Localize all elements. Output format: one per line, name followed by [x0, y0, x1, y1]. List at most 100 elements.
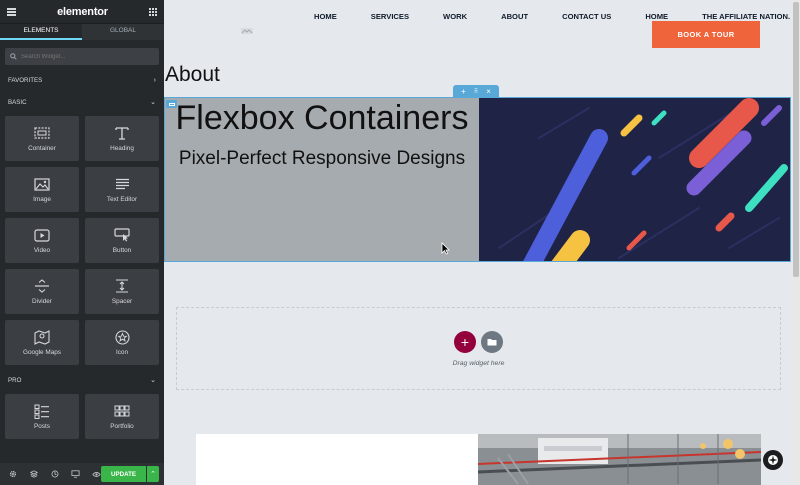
- nav-home[interactable]: HOME: [314, 12, 337, 21]
- basic-widgets-grid: Container Heading Image Text Editor Vide…: [0, 116, 164, 365]
- widget-label: Icon: [115, 349, 129, 356]
- add-section-button[interactable]: +: [454, 330, 476, 353]
- elementor-logo: elementor: [57, 5, 108, 18]
- container-icon: [33, 125, 51, 141]
- update-button[interactable]: UPDATE: [101, 466, 146, 482]
- panel-header: elementor: [0, 0, 164, 24]
- responsive-mode-icon[interactable]: [68, 467, 83, 482]
- lower-section-image[interactable]: [478, 434, 761, 485]
- canvas-scrollbar[interactable]: [792, 0, 800, 485]
- pro-widgets-grid: Posts Portfolio: [0, 394, 164, 439]
- widget-label: Posts: [34, 423, 50, 430]
- preview-canvas: HOME SERVICES WORK ABOUT CONTACT US HOME…: [164, 0, 800, 485]
- video-icon: [33, 227, 51, 243]
- column-handle-icon[interactable]: [166, 100, 177, 108]
- container-handle[interactable]: + ⠿ ×: [453, 85, 499, 97]
- widget-image[interactable]: Image: [5, 167, 79, 212]
- folder-icon: [487, 338, 497, 345]
- nav-contact-us[interactable]: CONTACT US: [562, 12, 611, 21]
- drag-handle-icon[interactable]: ⠿: [474, 88, 478, 95]
- widget-label: Heading: [110, 145, 134, 152]
- widget-label: Spacer: [111, 298, 133, 305]
- widget-portfolio[interactable]: Portfolio: [85, 394, 159, 439]
- nav-work[interactable]: WORK: [443, 12, 467, 21]
- widget-divider[interactable]: Divider: [5, 269, 79, 314]
- search-input[interactable]: [21, 53, 151, 60]
- navigator-button[interactable]: [763, 450, 783, 470]
- widget-video[interactable]: Video: [5, 218, 79, 263]
- chevron-down-icon: ⌄: [150, 99, 156, 106]
- image-icon: [33, 176, 51, 192]
- widget-button[interactable]: Button: [85, 218, 159, 263]
- widget-label: Container: [28, 145, 56, 152]
- nav-services[interactable]: SERVICES: [371, 12, 409, 21]
- abstract-pills-illustration: [479, 98, 790, 261]
- tab-global[interactable]: GLOBAL: [82, 24, 164, 40]
- elementor-panel: elementor ELEMENTS GLOBAL FAVORITES › BA…: [0, 0, 164, 485]
- layers-icon[interactable]: [26, 467, 41, 482]
- posts-icon: [33, 403, 51, 419]
- star-icon: [113, 329, 131, 345]
- tab-elements[interactable]: ELEMENTS: [0, 24, 82, 40]
- heading-icon: [113, 125, 131, 141]
- lower-section-text-column[interactable]: [196, 434, 479, 485]
- site-nav: HOME SERVICES WORK ABOUT CONTACT US HOME…: [314, 12, 790, 21]
- hero-subtitle[interactable]: Pixel-Perfect Responsive Designs: [165, 148, 479, 169]
- hero-image[interactable]: [479, 98, 790, 261]
- drag-widget-hint: Drag widget here: [452, 359, 505, 367]
- panel-footer: UPDATE ⌃: [0, 463, 164, 485]
- panel-tabs: ELEMENTS GLOBAL: [0, 24, 164, 40]
- widget-container[interactable]: Container: [5, 116, 79, 161]
- category-basic[interactable]: BASIC ⌄: [0, 95, 164, 109]
- broken-image-icon: [241, 28, 253, 34]
- search-icon: [10, 53, 17, 60]
- widget-search[interactable]: [5, 48, 159, 65]
- portfolio-icon: [113, 403, 131, 419]
- chevron-right-icon: ›: [153, 76, 156, 84]
- category-label: BASIC: [8, 98, 27, 106]
- chevron-down-icon: ⌄: [150, 377, 156, 384]
- hero-title[interactable]: Flexbox Containers: [165, 100, 479, 136]
- category-favorites[interactable]: FAVORITES ›: [0, 73, 164, 87]
- category-pro[interactable]: PRO ⌄: [0, 373, 164, 387]
- empty-section-dropzone[interactable]: + Drag widget here: [176, 307, 781, 390]
- widget-spacer[interactable]: Spacer: [85, 269, 159, 314]
- book-a-tour-button[interactable]: BOOK A TOUR: [652, 21, 760, 48]
- nav-affiliate[interactable]: THE AFFILIATE NATION.: [702, 12, 790, 21]
- button-icon: [113, 227, 131, 243]
- widget-label: Video: [33, 247, 51, 254]
- text-editor-icon: [113, 176, 131, 192]
- nav-home-2[interactable]: HOME: [645, 12, 668, 21]
- widget-label: Divider: [32, 298, 52, 305]
- navigator-icon: [768, 455, 778, 465]
- hero-container[interactable]: Flexbox Containers Pixel-Perfect Respons…: [164, 97, 791, 262]
- widget-label: Google Maps: [22, 349, 61, 356]
- spacer-icon: [113, 278, 131, 294]
- widgets-grid-icon[interactable]: [149, 7, 157, 16]
- widget-heading[interactable]: Heading: [85, 116, 159, 161]
- mouse-cursor-icon: [441, 242, 450, 255]
- office-ceiling-photo: [478, 434, 761, 485]
- add-template-folder-button[interactable]: [481, 330, 503, 353]
- widget-icon[interactable]: Icon: [85, 320, 159, 365]
- divider-icon: [33, 278, 51, 294]
- menu-icon[interactable]: [7, 7, 16, 16]
- nav-about[interactable]: ABOUT: [501, 12, 528, 21]
- widget-google-maps[interactable]: Google Maps: [5, 320, 79, 365]
- add-container-icon[interactable]: +: [461, 87, 466, 96]
- category-label: PRO: [8, 376, 22, 384]
- widget-text-editor[interactable]: Text Editor: [85, 167, 159, 212]
- widget-posts[interactable]: Posts: [5, 394, 79, 439]
- delete-container-icon[interactable]: ×: [486, 87, 491, 96]
- history-icon[interactable]: [47, 467, 62, 482]
- google-maps-icon: [33, 329, 51, 345]
- category-label: FAVORITES: [8, 76, 43, 84]
- page-heading: About: [165, 63, 220, 86]
- hero-text-column[interactable]: Flexbox Containers Pixel-Perfect Respons…: [165, 98, 479, 261]
- settings-gear-icon[interactable]: [5, 467, 20, 482]
- widget-label: Button: [112, 247, 132, 254]
- update-options-caret-icon[interactable]: ⌃: [147, 466, 159, 482]
- widget-label: Portfolio: [110, 423, 134, 430]
- widget-label: Text Editor: [106, 196, 138, 203]
- scrollbar-thumb[interactable]: [793, 2, 799, 277]
